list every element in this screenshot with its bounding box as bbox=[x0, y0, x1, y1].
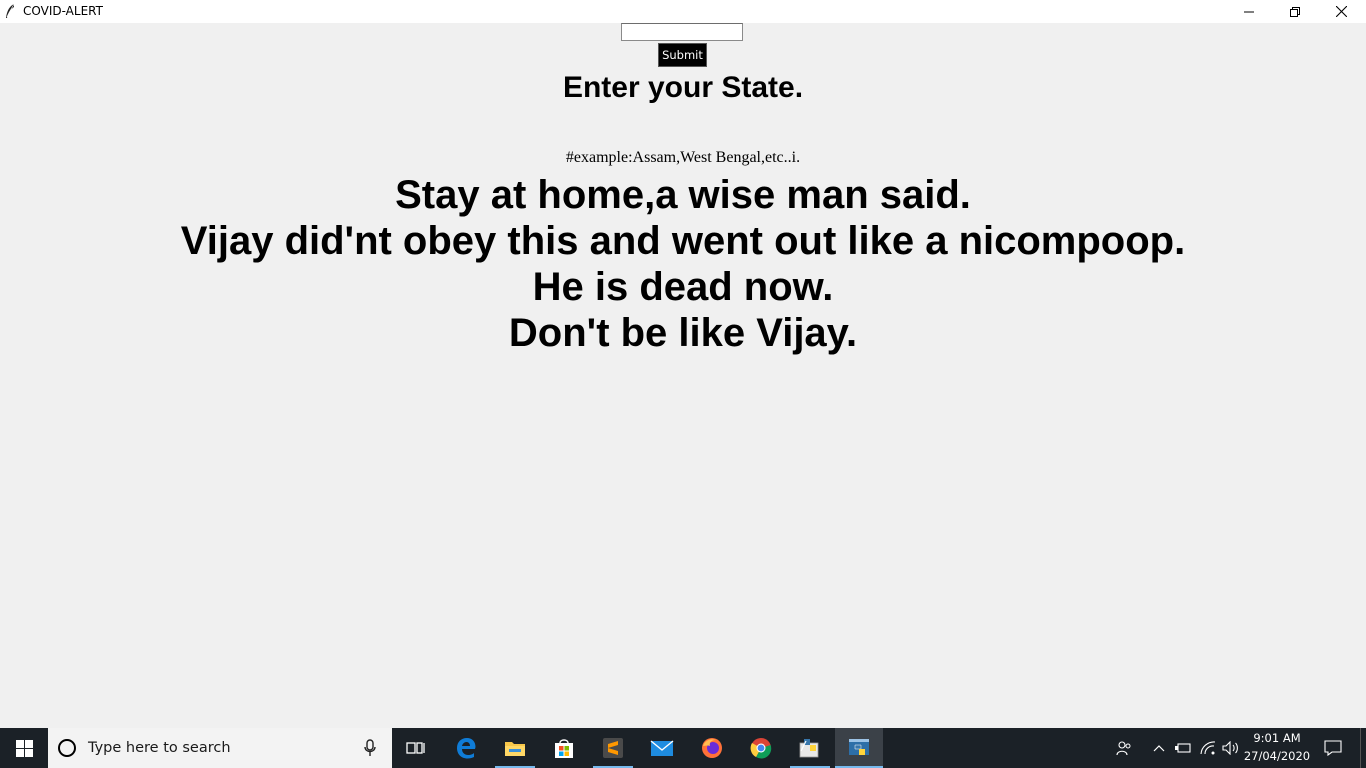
taskbar-chrome[interactable] bbox=[737, 728, 785, 768]
taskbar-store[interactable] bbox=[540, 728, 588, 768]
show-desktop-button[interactable] bbox=[1360, 728, 1366, 768]
taskbar-firefox[interactable] bbox=[688, 728, 736, 768]
battery-icon bbox=[1175, 743, 1191, 753]
message-line: He is dead now. bbox=[532, 265, 834, 309]
taskbar: Type here to search 9:01 AM 27/04/2020 bbox=[0, 728, 1366, 768]
task-view-button[interactable] bbox=[392, 728, 440, 768]
python-app-icon bbox=[849, 739, 869, 755]
people-button[interactable] bbox=[1110, 728, 1138, 768]
store-icon bbox=[555, 739, 573, 758]
minimize-button[interactable] bbox=[1226, 0, 1272, 23]
chevron-up-icon bbox=[1153, 745, 1165, 752]
network-button[interactable] bbox=[1196, 728, 1220, 768]
battery-button[interactable] bbox=[1171, 728, 1195, 768]
sublime-text-icon bbox=[603, 738, 623, 758]
wifi-icon bbox=[1200, 741, 1216, 755]
message-line: Don't be like Vijay. bbox=[508, 311, 858, 355]
close-icon bbox=[1335, 6, 1347, 17]
mail-icon bbox=[650, 740, 674, 756]
submit-button[interactable]: Submit bbox=[658, 43, 707, 67]
page-heading: Enter your State. bbox=[562, 71, 804, 104]
taskbar-python-app[interactable] bbox=[835, 728, 883, 768]
clock-time: 9:01 AM bbox=[1253, 731, 1301, 745]
task-view-icon bbox=[406, 742, 425, 754]
warning-message: Stay at home,a wise man said. Vijay did'… bbox=[0, 172, 1366, 356]
cortana-icon bbox=[58, 739, 76, 757]
show-hidden-icons-button[interactable] bbox=[1148, 728, 1170, 768]
start-button[interactable] bbox=[0, 728, 48, 768]
windows-logo-icon bbox=[15, 739, 33, 757]
edge-icon bbox=[457, 738, 476, 759]
minimize-icon bbox=[1244, 11, 1254, 12]
taskbar-mail[interactable] bbox=[638, 728, 686, 768]
people-icon bbox=[1116, 741, 1131, 756]
taskbar-sublime-text[interactable] bbox=[589, 728, 637, 768]
chrome-icon bbox=[750, 738, 772, 759]
app-window: COVID-ALERT Submit Enter your State. #ex… bbox=[0, 0, 1366, 728]
message-line: Stay at home,a wise man said. bbox=[395, 173, 971, 217]
title-bar[interactable]: COVID-ALERT bbox=[0, 0, 1366, 23]
search-placeholder: Type here to search bbox=[88, 740, 231, 756]
taskbar-edge[interactable] bbox=[442, 728, 490, 768]
taskbar-search-box[interactable]: Type here to search bbox=[48, 728, 392, 768]
taskbar-python-idle[interactable] bbox=[786, 728, 834, 768]
microphone-icon[interactable] bbox=[364, 739, 376, 757]
window-title: COVID-ALERT bbox=[23, 4, 103, 18]
taskbar-file-explorer[interactable] bbox=[491, 728, 539, 768]
python-idle-icon bbox=[799, 739, 819, 758]
message-line: Vijay did'nt obey this and went out like… bbox=[180, 219, 1186, 263]
feather-icon bbox=[6, 3, 15, 18]
file-explorer-icon bbox=[505, 742, 525, 756]
action-center-button[interactable] bbox=[1318, 728, 1348, 768]
restore-icon bbox=[1290, 6, 1300, 17]
clock-date: 27/04/2020 bbox=[1243, 749, 1311, 763]
firefox-icon bbox=[702, 738, 722, 758]
restore-button[interactable] bbox=[1272, 0, 1318, 23]
clock[interactable]: 9:01 AM 27/04/2020 bbox=[1237, 728, 1317, 768]
close-button[interactable] bbox=[1318, 0, 1364, 23]
state-input[interactable] bbox=[621, 23, 743, 41]
example-hint: #example:Assam,West Bengal,etc..i. bbox=[565, 149, 801, 166]
notification-icon bbox=[1324, 740, 1342, 756]
